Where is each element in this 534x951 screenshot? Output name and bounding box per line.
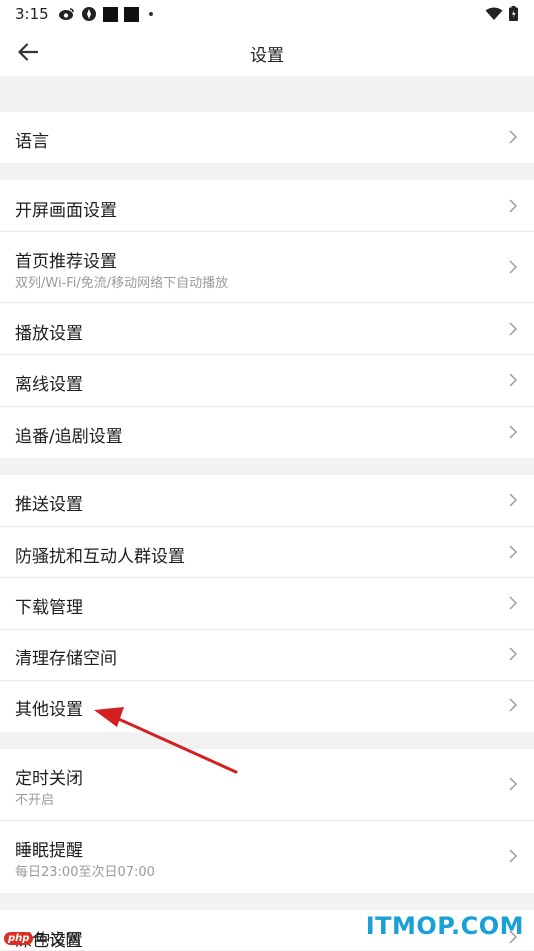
system-icons [485,6,518,21]
chevron-right-icon [509,260,518,274]
setting-row-sleep-reminder[interactable]: 睡眠提醒 每日23:00至次日07:00 [0,821,534,893]
more-notifications-dot-icon [149,12,153,16]
setting-label: 防骚扰和互动人群设置 [15,547,185,567]
setting-label: 离线设置 [15,375,83,395]
setting-row-anti-harassment[interactable]: 防骚扰和互动人群设置 [0,527,534,578]
setting-row-other[interactable]: 其他设置 [0,681,534,732]
setting-row-language[interactable]: 语言 [0,112,534,163]
php-logo-icon: php [4,932,34,945]
setting-label: 推送设置 [15,495,83,515]
chevron-right-icon [509,322,518,336]
chevron-right-icon [509,647,518,661]
page-title: 设置 [250,46,284,66]
setting-label: 语言 [15,132,49,152]
chevron-right-icon [509,425,518,439]
setting-row-follow-series[interactable]: 追番/追剧设置 [0,407,534,458]
setting-row-offline[interactable]: 离线设置 [0,355,534,407]
chevron-right-icon [509,373,518,387]
setting-label: 首页推荐设置 [15,252,117,272]
chevron-right-icon [509,130,518,144]
setting-label: 其他设置 [15,700,83,720]
chevron-right-icon [509,777,518,791]
php-watermark-text: 中文网 [35,930,81,948]
setting-label: 定时关闭 [15,769,83,789]
app-notification-icon [124,6,139,22]
chevron-right-icon [509,493,518,507]
php-watermark: php 中文网 [4,928,80,949]
setting-label: 播放设置 [15,324,83,344]
pinwheel-icon [82,7,96,21]
status-time: 3:15 [15,5,49,23]
weibo-icon [59,8,74,20]
notification-icons [58,6,153,22]
setting-row-home-recommend[interactable]: 首页推荐设置 双列/Wi-Fi/免流/移动网络下自动播放 [0,232,534,303]
chevron-right-icon [509,698,518,712]
setting-description: 双列/Wi-Fi/免流/移动网络下自动播放 [15,276,229,291]
site-watermark: ITMOP.COM [365,912,524,940]
wifi-icon [485,7,503,20]
setting-row-playback[interactable]: 播放设置 [0,303,534,355]
setting-label: 下载管理 [15,598,83,618]
battery-icon [509,6,518,21]
chevron-right-icon [509,199,518,213]
chevron-right-icon [509,596,518,610]
setting-row-clear-storage[interactable]: 清理存储空间 [0,630,534,681]
chevron-right-icon [509,545,518,559]
setting-row-sleep-timer[interactable]: 定时关闭 不开启 [0,749,534,821]
setting-label: 清理存储空间 [15,649,117,669]
setting-description: 每日23:00至次日07:00 [15,865,155,880]
app-bar: 设置 [0,28,534,76]
setting-label: 睡眠提醒 [15,841,83,861]
chevron-right-icon [509,849,518,863]
setting-row-push[interactable]: 推送设置 [0,475,534,527]
setting-row-splash-screen[interactable]: 开屏画面设置 [0,180,534,232]
status-bar: 3:15 [0,0,534,28]
setting-description: 不开启 [15,793,55,808]
setting-label: 追番/追剧设置 [15,427,123,447]
setting-row-download-manager[interactable]: 下载管理 [0,578,534,630]
app-notification-icon [103,6,118,22]
setting-label: 开屏画面设置 [15,201,117,221]
